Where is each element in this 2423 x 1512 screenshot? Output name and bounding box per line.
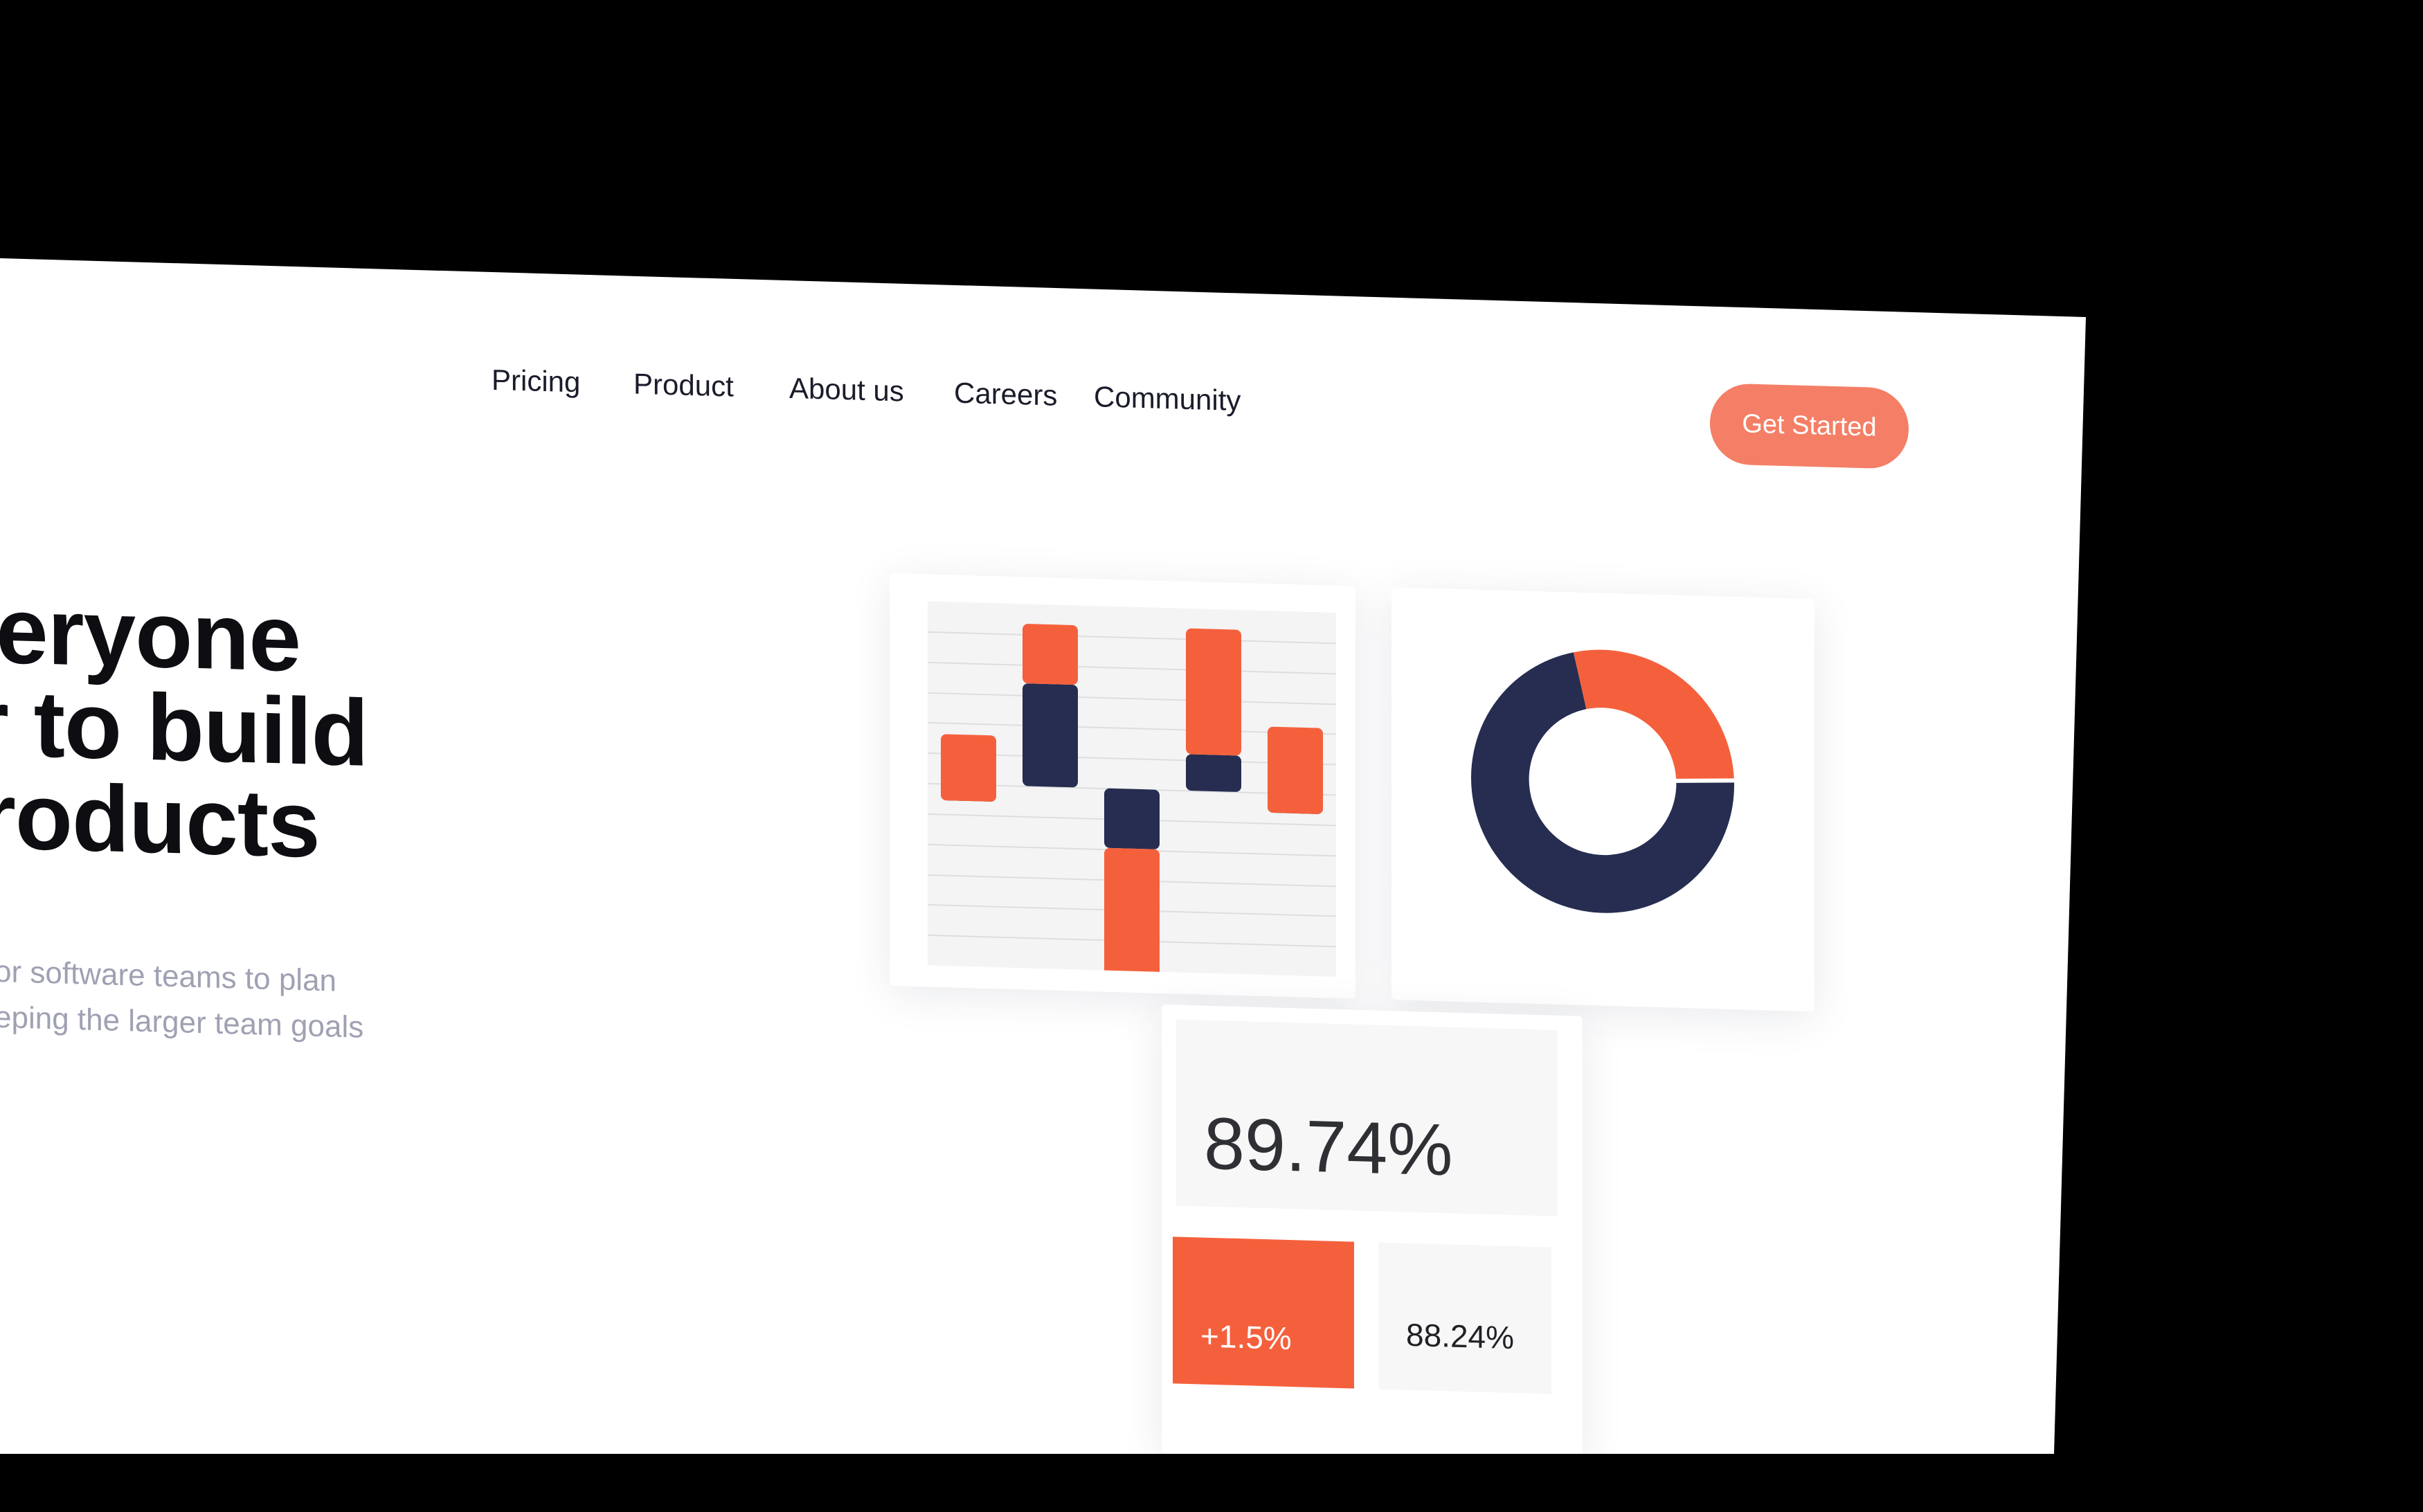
secondary-stat-tile: 88.24%	[1378, 1242, 1551, 1394]
bar-chart-bar	[1023, 624, 1078, 685]
bar-chart-bar	[1268, 726, 1323, 814]
donut-chart-card	[1391, 587, 1814, 1012]
bar-chart-card	[890, 573, 1355, 999]
bar-chart-bar	[941, 734, 996, 802]
bar-chart	[928, 624, 1336, 998]
bar-chart-bar	[1186, 628, 1241, 756]
change-stat-tile: +1.5%	[1173, 1236, 1354, 1389]
bar-chart-bar	[1023, 683, 1078, 788]
nav-link-product[interactable]: Product	[633, 368, 734, 404]
top-navigation: Pricing Product About us Careers Communi…	[0, 258, 2086, 417]
bar-chart-gridline	[928, 692, 1336, 705]
bar-chart-bar	[1104, 847, 1160, 998]
donut-chart-separator	[1675, 778, 1736, 783]
donut-chart-slice	[1573, 649, 1734, 782]
get-started-button[interactable]: Get Started	[1710, 382, 1909, 470]
landing-page-content: Pricing Product About us Careers Communi…	[0, 258, 2086, 1454]
hero-heading-line-3: roducts	[0, 762, 320, 877]
hero-subtitle-line-1: or software teams to plan	[0, 954, 337, 998]
stats-card: 89.74% +1.5% 88.24%	[1162, 1004, 1583, 1454]
bar-chart-bar	[1104, 788, 1160, 849]
main-stat-value: 89.74%	[1204, 1102, 1453, 1191]
hero-heading: eryone r to build roducts	[0, 258, 2086, 877]
change-stat-value: +1.5%	[1200, 1317, 1292, 1357]
bar-chart-plot-area	[928, 601, 1336, 998]
nav-link-about-us[interactable]: About us	[789, 372, 904, 408]
secondary-stat-value: 88.24%	[1406, 1316, 1515, 1356]
nav-link-community[interactable]: Community	[1094, 380, 1241, 417]
landing-page: Pricing Product About us Careers Communi…	[0, 258, 2086, 1454]
bar-chart-gridline	[928, 661, 1336, 675]
hero-subtitle-line-2: eping the larger team goals	[0, 1000, 364, 1045]
nav-link-careers[interactable]: Careers	[954, 376, 1057, 412]
bar-chart-gridline	[928, 631, 1336, 645]
main-stat-tile: 89.74%	[1176, 1019, 1558, 1216]
bar-chart-bar	[1186, 754, 1241, 792]
hero-subtitle: or software teams to plan eping the larg…	[0, 258, 2086, 1045]
donut-chart	[1471, 649, 1736, 913]
nav-link-pricing[interactable]: Pricing	[492, 363, 580, 399]
